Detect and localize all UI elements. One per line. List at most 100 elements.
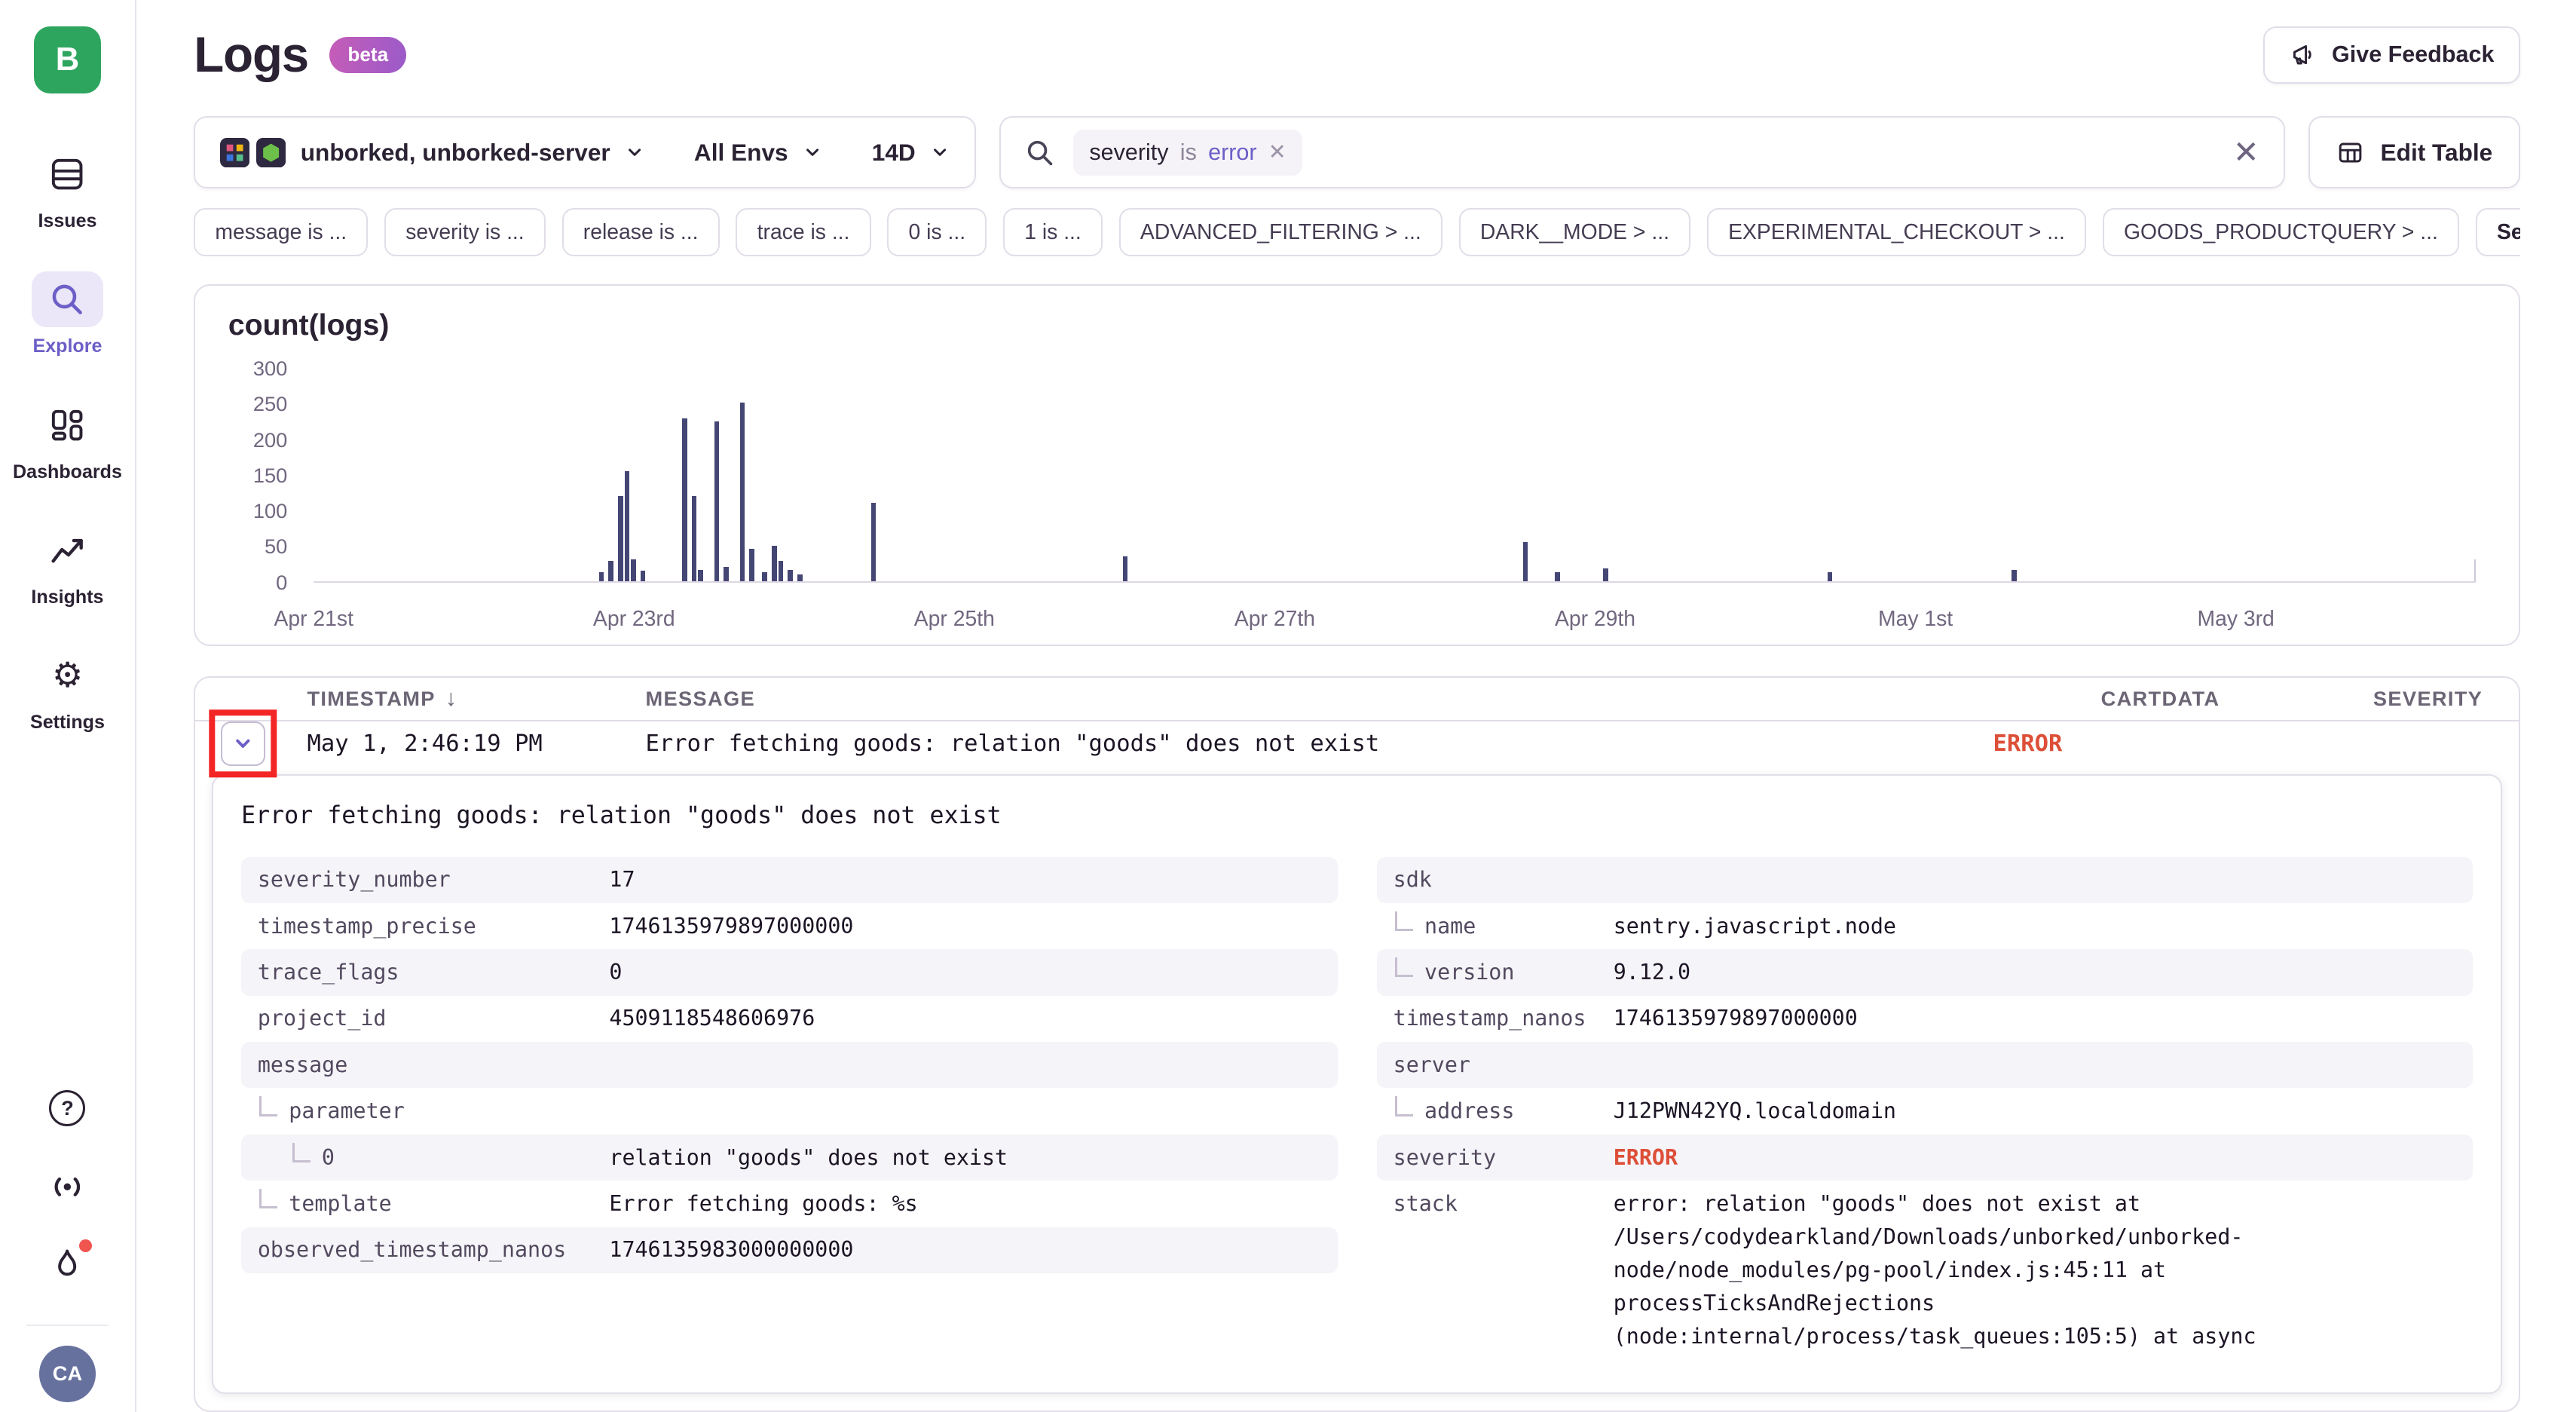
project-icon-unborked — [220, 138, 249, 167]
gear-icon: ⚙ — [32, 648, 104, 703]
chart-y-axis: 050100150200250300 — [228, 369, 301, 582]
chart-bar — [1123, 556, 1128, 581]
sort-desc-icon[interactable]: ↓ — [445, 685, 458, 712]
chart-bar — [631, 559, 636, 580]
chevron-down-icon — [231, 731, 255, 756]
search-input[interactable]: severity is error ✕ ✕ — [999, 116, 2286, 188]
log-table-row[interactable]: May 1, 2:46:19 PM Error fetching goods: … — [195, 721, 2519, 766]
y-tick-label: 150 — [253, 464, 287, 488]
filter-chips-row: message is ... severity is ... release is … — [194, 208, 2520, 256]
filter-chip[interactable]: trace is ... — [736, 208, 870, 256]
column-label: CARTDATA — [2101, 687, 2220, 711]
field-value: Error fetching goods: %s — [609, 1187, 1320, 1221]
search-clear-icon[interactable]: ✕ — [2233, 137, 2259, 168]
org-logo[interactable]: B — [34, 26, 101, 93]
megaphone-icon — [2289, 41, 2317, 69]
chevron-down-icon — [625, 142, 644, 162]
sidebar-item-label: Settings — [30, 712, 105, 734]
filter-chip[interactable]: message is ... — [194, 208, 368, 256]
filter-chip[interactable]: 1 is ... — [1003, 208, 1103, 256]
detail-field-stack: stackerror: relation "goods" does not ex… — [1377, 1181, 2473, 1359]
field-value — [1614, 863, 2457, 896]
column-label: MESSAGE — [646, 687, 755, 711]
tree-elbow-icon — [1395, 911, 1413, 931]
chart-bar — [618, 496, 623, 581]
expand-log-row-button[interactable] — [221, 721, 265, 766]
filter-chip[interactable]: EXPERIMENTAL_CHECKOUT > ... — [1707, 208, 2086, 256]
token-key: severity — [1089, 139, 1168, 166]
sidebar-item-label: Explore — [33, 335, 102, 357]
log-detail-title: Error fetching goods: relation "goods" d… — [241, 802, 2473, 829]
filter-chip[interactable]: DARK__MODE > ... — [1459, 208, 1690, 256]
field-value — [1614, 1049, 2457, 1082]
chart-bar — [1603, 568, 1608, 581]
give-feedback-label: Give Feedback — [2332, 41, 2494, 68]
tree-elbow-icon — [1395, 1096, 1413, 1116]
field-key: name — [1394, 910, 1614, 943]
filter-chip[interactable]: severity is ... — [384, 208, 546, 256]
field-key: timestamp_precise — [258, 910, 610, 943]
sidebar-item-label: Issues — [38, 210, 96, 232]
logs-chart-panel: count(logs) 050100150200250300 Apr 21stA… — [194, 284, 2520, 647]
chart-bar — [762, 572, 767, 580]
filter-chip[interactable]: See full list — [2476, 208, 2520, 256]
detail-field-timestamp_precise: timestamp_precise1746135979897000000 — [241, 903, 1337, 949]
field-value: 1746135983000000000 — [609, 1233, 1320, 1267]
filter-chip[interactable]: ADVANCED_FILTERING > ... — [1119, 208, 1442, 256]
y-tick-label: 250 — [253, 392, 287, 416]
page-header: Logs beta Give Feedback — [194, 26, 2520, 84]
user-avatar[interactable]: CA — [39, 1346, 95, 1401]
field-value: 17 — [609, 863, 1320, 896]
detail-field-template: templateError fetching goods: %s — [241, 1181, 1337, 1227]
y-tick-label: 50 — [265, 534, 287, 559]
whats-new-button[interactable] — [43, 1242, 92, 1288]
chart-bar — [692, 496, 697, 581]
filter-chip[interactable]: 0 is ... — [887, 208, 987, 256]
field-key: version — [1394, 956, 1614, 989]
filter-chip[interactable]: GOODS_PRODUCTQUERY > ... — [2103, 208, 2459, 256]
sidebar-item-settings[interactable]: ⚙ Settings — [30, 648, 105, 734]
environment-selector[interactable]: All Envs — [669, 118, 847, 187]
chart-x-axis: Apr 21stApr 23rdApr 25thApr 27thApr 29th… — [314, 599, 2476, 632]
column-header-severity[interactable]: SEVERITY — [2256, 687, 2519, 711]
detail-field-name: namesentry.javascript.node — [1377, 903, 2473, 949]
dashboards-icon — [32, 397, 104, 453]
sidebar-item-explore[interactable]: Explore — [32, 271, 104, 357]
token-remove-icon[interactable]: ✕ — [1268, 142, 1286, 163]
page-title: Logs — [194, 26, 308, 83]
filter-bar: unborked, unborked-server All Envs 14D s… — [194, 116, 2520, 188]
column-header-cartdata[interactable]: CARTDATA — [1977, 687, 2256, 711]
log-detail-panel: Error fetching goods: relation "goods" d… — [212, 774, 2502, 1394]
detail-field-server: server — [1377, 1042, 2473, 1088]
token-operator: is — [1180, 139, 1197, 166]
project-icon-unborked-server — [256, 138, 286, 167]
field-value: 9.12.0 — [1614, 956, 2457, 989]
chart-bar — [788, 570, 793, 581]
field-value: ERROR — [1614, 1141, 2457, 1175]
column-header-message[interactable]: MESSAGE — [629, 687, 1977, 711]
field-value — [609, 1095, 1320, 1128]
filter-chip[interactable]: release is ... — [562, 208, 720, 256]
help-button[interactable]: ? — [43, 1085, 92, 1131]
chart-bar — [625, 471, 630, 580]
chart-bar — [871, 503, 877, 580]
field-value: 1746135979897000000 — [609, 910, 1320, 943]
y-tick-label: 100 — [253, 499, 287, 523]
give-feedback-button[interactable]: Give Feedback — [2263, 26, 2520, 84]
date-range-selector[interactable]: 14D — [847, 118, 974, 187]
chart-plot-area[interactable] — [314, 369, 2476, 582]
column-label: SEVERITY — [2373, 687, 2483, 711]
project-selector[interactable]: unborked, unborked-server — [195, 118, 669, 187]
edit-table-button[interactable]: Edit Table — [2308, 116, 2520, 188]
search-filter-token[interactable]: severity is error ✕ — [1073, 130, 1303, 176]
broadcast-button[interactable] — [43, 1164, 92, 1210]
sidebar-item-issues[interactable]: Issues — [32, 146, 104, 232]
sidebar-item-insights[interactable]: Insights — [31, 522, 103, 608]
field-key: message — [258, 1049, 610, 1082]
field-value: 1746135979897000000 — [1614, 1002, 2457, 1035]
sidebar-item-dashboards[interactable]: Dashboards — [13, 397, 122, 483]
detail-field-message: message — [241, 1042, 1337, 1088]
x-tick-label: Apr 23rd — [593, 607, 675, 632]
chart-bar — [641, 571, 646, 580]
column-header-timestamp[interactable]: TIMESTAMP ↓ — [291, 685, 629, 712]
